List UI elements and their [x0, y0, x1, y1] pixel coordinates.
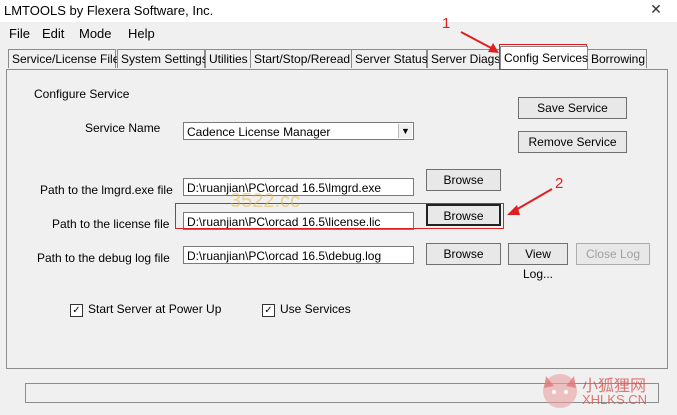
tab-system-settings[interactable]: System Settings: [117, 49, 208, 68]
close-icon[interactable]: ✕: [639, 0, 673, 18]
menu-help[interactable]: Help: [128, 26, 155, 41]
chevron-down-icon[interactable]: ▼: [398, 124, 412, 138]
use-services-checkbox[interactable]: ✓: [262, 304, 275, 317]
service-name-combobox[interactable]: Cadence License Manager ▼: [183, 122, 414, 140]
menu-mode[interactable]: Mode: [79, 26, 112, 41]
watermark-xhlks: XHLKS.CN: [582, 392, 648, 407]
debug-log-path-label: Path to the debug log file: [37, 251, 170, 265]
tab-utilities[interactable]: Utilities: [205, 49, 253, 68]
annotation-number-1: 1: [442, 15, 451, 32]
tab-borrowing[interactable]: Borrowing: [587, 49, 647, 68]
tab-config-services[interactable]: Config Services: [500, 46, 588, 69]
window-title: LMTOOLS by Flexera Software, Inc.: [4, 3, 214, 18]
view-log-button[interactable]: View Log...: [508, 243, 568, 281]
menu-file[interactable]: File: [9, 26, 30, 41]
remove-service-button[interactable]: Remove Service: [518, 131, 627, 153]
browse-lmgrd-button[interactable]: Browse: [426, 169, 501, 191]
save-service-button[interactable]: Save Service: [518, 97, 627, 119]
tab-strip: Service/License File System Settings Uti…: [0, 46, 677, 70]
service-name-value: Cadence License Manager: [187, 125, 331, 139]
annotation-box-license-row: [175, 203, 504, 229]
tab-service-license-file[interactable]: Service/License File: [8, 49, 119, 68]
use-services-label: Use Services: [280, 302, 351, 316]
watermark-3522: 3522.cc: [230, 190, 301, 212]
tab-start-stop-reread[interactable]: Start/Stop/Reread: [250, 49, 352, 68]
annotation-arrow-1: [460, 31, 499, 53]
annotation-arrow-2: [507, 188, 553, 215]
debug-log-path-input[interactable]: D:\ruanjian\PC\orcad 16.5\debug.log: [183, 246, 414, 264]
license-path-label: Path to the license file: [52, 217, 170, 231]
close-log-button[interactable]: Close Log: [576, 243, 650, 265]
browse-debug-log-button[interactable]: Browse: [426, 243, 501, 265]
start-server-label: Start Server at Power Up: [88, 302, 222, 316]
title-bar: LMTOOLS by Flexera Software, Inc. ✕: [0, 0, 677, 22]
menu-bar: File Edit Mode Help: [0, 24, 677, 44]
lmgrd-path-label: Path to the lmgrd.exe file: [40, 183, 173, 197]
menu-edit[interactable]: Edit: [42, 26, 64, 41]
section-title: Configure Service: [34, 87, 130, 101]
service-name-label: Service Name: [85, 121, 161, 135]
tab-server-status[interactable]: Server Status: [351, 49, 428, 68]
start-server-checkbox[interactable]: ✓: [70, 304, 83, 317]
fox-logo: [543, 374, 577, 408]
